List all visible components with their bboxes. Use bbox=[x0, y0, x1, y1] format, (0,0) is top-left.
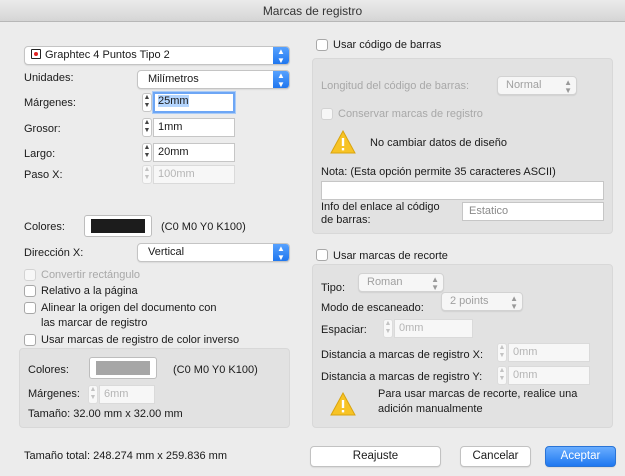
spacing-label: Espaciar: bbox=[321, 324, 367, 336]
margins-field[interactable]: 25mm bbox=[153, 92, 235, 113]
use-crop-marks-checkbox[interactable] bbox=[316, 249, 328, 261]
align-origin-label-1: Alinear la origen del documento con bbox=[41, 302, 217, 314]
inverse-color-label: Usar marcas de registro de color inverso bbox=[41, 334, 240, 346]
crop-type-label: Tipo: bbox=[321, 282, 346, 294]
link-info-label-2: de barras: bbox=[321, 214, 371, 226]
dist-x-stepper[interactable]: ▲ ▼ bbox=[497, 343, 507, 362]
direction-label: Dirección X: bbox=[24, 247, 84, 259]
inverse-colors-value: (C0 M0 Y0 K100) bbox=[173, 364, 258, 376]
link-info-label-1: Info del enlace al código bbox=[321, 201, 440, 213]
units-label: Unidades: bbox=[24, 72, 74, 84]
margins-stepper[interactable]: ▲ ▼ bbox=[142, 93, 152, 112]
chevron-updown-icon: ▲ ▼ bbox=[510, 294, 518, 311]
inverse-margins-stepper[interactable]: ▲ ▼ bbox=[88, 385, 98, 404]
chevron-updown-icon: ▲ ▼ bbox=[273, 71, 289, 88]
use-barcode-label: Usar código de barras bbox=[333, 39, 442, 51]
convert-rectangle-label: Convertir rectángulo bbox=[41, 269, 141, 281]
mark-type-select[interactable]: Graphtec 4 Puntos Tipo 2 ▲ ▼ bbox=[24, 46, 290, 65]
mark-type-value: Graphtec 4 Puntos Tipo 2 bbox=[45, 49, 170, 61]
crop-type-select[interactable]: Roman ▲ ▼ bbox=[358, 273, 444, 292]
units-value: Milímetros bbox=[148, 73, 199, 85]
thickness-field[interactable]: 1mm bbox=[153, 118, 235, 137]
scan-mode-value: 2 points bbox=[450, 295, 489, 307]
crop-warning-line-2: adición manualmente bbox=[378, 403, 483, 415]
barcode-length-value: Normal bbox=[506, 79, 542, 91]
barcode-length-select[interactable]: Normal ▲ ▼ bbox=[497, 76, 577, 95]
inverse-color-swatch bbox=[96, 361, 150, 375]
window-title: Marcas de registro bbox=[0, 0, 625, 22]
chevron-updown-icon: ▲ ▼ bbox=[564, 78, 572, 95]
units-select[interactable]: Milímetros ▲ ▼ bbox=[137, 70, 290, 89]
registration-marks-dialog: Marcas de registro Graphtec 4 Puntos Tip… bbox=[0, 0, 625, 476]
direction-value: Vertical bbox=[148, 246, 185, 258]
align-origin-checkbox[interactable] bbox=[24, 302, 36, 314]
warning-triangle-icon bbox=[330, 392, 356, 416]
dist-x-field[interactable]: 0mm bbox=[508, 343, 590, 362]
step-x-stepper[interactable]: ▲ ▼ bbox=[142, 165, 152, 184]
color-swatch-button[interactable] bbox=[84, 215, 152, 237]
total-size-label: Tamaño total: 248.274 mm x 259.836 mm bbox=[24, 450, 227, 462]
crop-type-value: Roman bbox=[367, 276, 403, 288]
crop-warning-line-1: Para usar marcas de recorte, realice una bbox=[378, 388, 578, 400]
chevron-updown-icon: ▲ ▼ bbox=[273, 244, 289, 261]
warning-triangle-icon bbox=[330, 130, 356, 154]
chevron-updown-icon: ▲ ▼ bbox=[273, 47, 289, 64]
step-x-label: Paso X: bbox=[24, 169, 63, 181]
inverse-color-swatch-button[interactable] bbox=[89, 357, 157, 379]
colors-label: Colores: bbox=[24, 221, 65, 233]
dist-x-label: Distancia a marcas de registro X: bbox=[321, 349, 484, 361]
margins-label: Márgenes: bbox=[24, 97, 76, 109]
spacing-field[interactable]: 0mm bbox=[394, 319, 473, 338]
registration-mark-icon bbox=[31, 49, 41, 59]
link-info-field[interactable]: Estatico bbox=[462, 202, 604, 221]
direction-select[interactable]: Vertical ▲ ▼ bbox=[137, 243, 290, 262]
length-field[interactable]: 20mm bbox=[153, 143, 235, 162]
chevron-updown-icon: ▲ ▼ bbox=[431, 275, 439, 292]
note-label: Nota: (Esta opción permite 35 caracteres… bbox=[321, 166, 556, 178]
margins-value: 25mm bbox=[158, 95, 189, 107]
note-field[interactable] bbox=[321, 181, 604, 200]
scan-mode-label: Modo de escaneado: bbox=[321, 302, 424, 314]
inverse-color-checkbox[interactable] bbox=[24, 334, 36, 346]
colors-value: (C0 M0 Y0 K100) bbox=[161, 221, 246, 233]
dist-y-label: Distancia a marcas de registro Y: bbox=[321, 371, 483, 383]
dist-y-stepper[interactable]: ▲ ▼ bbox=[497, 366, 507, 385]
length-stepper[interactable]: ▲ ▼ bbox=[142, 143, 152, 162]
thickness-label: Grosor: bbox=[24, 123, 61, 135]
keep-marks-label: Conservar marcas de registro bbox=[338, 108, 483, 120]
align-origin-label-2: las marcar de registro bbox=[41, 317, 148, 329]
reset-button[interactable]: Reajuste bbox=[310, 446, 441, 467]
length-label: Largo: bbox=[24, 148, 56, 160]
step-x-field[interactable]: 100mm bbox=[153, 165, 235, 184]
dist-y-field[interactable]: 0mm bbox=[508, 366, 590, 385]
use-barcode-checkbox[interactable] bbox=[316, 39, 328, 51]
convert-rectangle-checkbox[interactable] bbox=[24, 269, 36, 281]
relative-page-checkbox[interactable] bbox=[24, 285, 36, 297]
barcode-warning-text: No cambiar datos de diseño bbox=[370, 137, 507, 149]
inverse-margins-field[interactable]: 6mm bbox=[99, 385, 155, 404]
use-crop-marks-label: Usar marcas de recorte bbox=[333, 250, 448, 262]
inverse-size-label: Tamaño: 32.00 mm x 32.00 mm bbox=[28, 408, 183, 420]
inverse-margins-label: Márgenes: bbox=[28, 388, 80, 400]
keep-marks-checkbox[interactable] bbox=[321, 108, 333, 120]
thickness-stepper[interactable]: ▲ ▼ bbox=[142, 118, 152, 137]
cancel-button[interactable]: Cancelar bbox=[460, 446, 531, 467]
spacing-stepper[interactable]: ▲ ▼ bbox=[383, 319, 393, 338]
relative-page-label: Relativo a la página bbox=[41, 285, 138, 297]
accept-button[interactable]: Aceptar bbox=[545, 446, 616, 467]
barcode-length-label: Longitud del código de barras: bbox=[321, 80, 469, 92]
color-swatch bbox=[91, 219, 145, 233]
inverse-colors-label: Colores: bbox=[28, 364, 69, 376]
scan-mode-select[interactable]: 2 points ▲ ▼ bbox=[441, 292, 523, 311]
